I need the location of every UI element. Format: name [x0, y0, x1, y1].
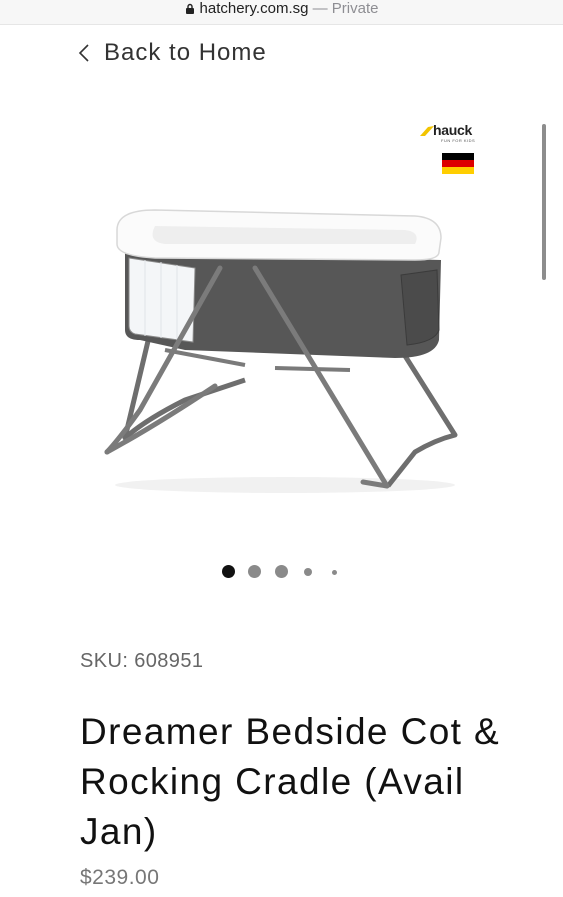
flag-stripe-black: [442, 153, 474, 160]
url-separator: —: [308, 0, 332, 17]
brand-logo: hauck FUN FOR KIDS: [420, 122, 478, 144]
brand-tagline: FUN FOR KIDS: [441, 138, 476, 143]
private-label: Private: [331, 0, 379, 17]
carousel-dot[interactable]: [222, 565, 235, 578]
flag-stripe-red: [442, 160, 474, 167]
product-title: Dreamer Bedside Cot & Rocking Cradle (Av…: [80, 711, 501, 852]
url-domain: hatchery.com.sg: [199, 0, 309, 17]
product-image[interactable]: [95, 190, 475, 500]
carousel-dot[interactable]: [304, 568, 312, 576]
lock-icon: [185, 3, 194, 14]
carousel-dot[interactable]: [275, 565, 288, 578]
image-carousel-dots: [218, 562, 348, 582]
carousel-dot[interactable]: [332, 570, 337, 575]
flag-stripe-gold: [442, 167, 474, 174]
brand-name: hauck: [433, 122, 472, 138]
carousel-dot[interactable]: [248, 565, 261, 578]
page-scrollbar[interactable]: [542, 124, 546, 280]
back-to-home-link[interactable]: Back to Home: [78, 36, 267, 70]
back-link-label: Back to Home: [104, 39, 267, 66]
brand-swoosh-icon: [420, 126, 434, 136]
product-price: $239.00: [80, 866, 160, 889]
chevron-left-icon: [78, 44, 89, 62]
product-sku: SKU: 608951: [80, 650, 204, 672]
browser-url-bar[interactable]: hatchery.com.sg — Private: [0, 0, 563, 25]
germany-flag-icon: [442, 153, 474, 174]
